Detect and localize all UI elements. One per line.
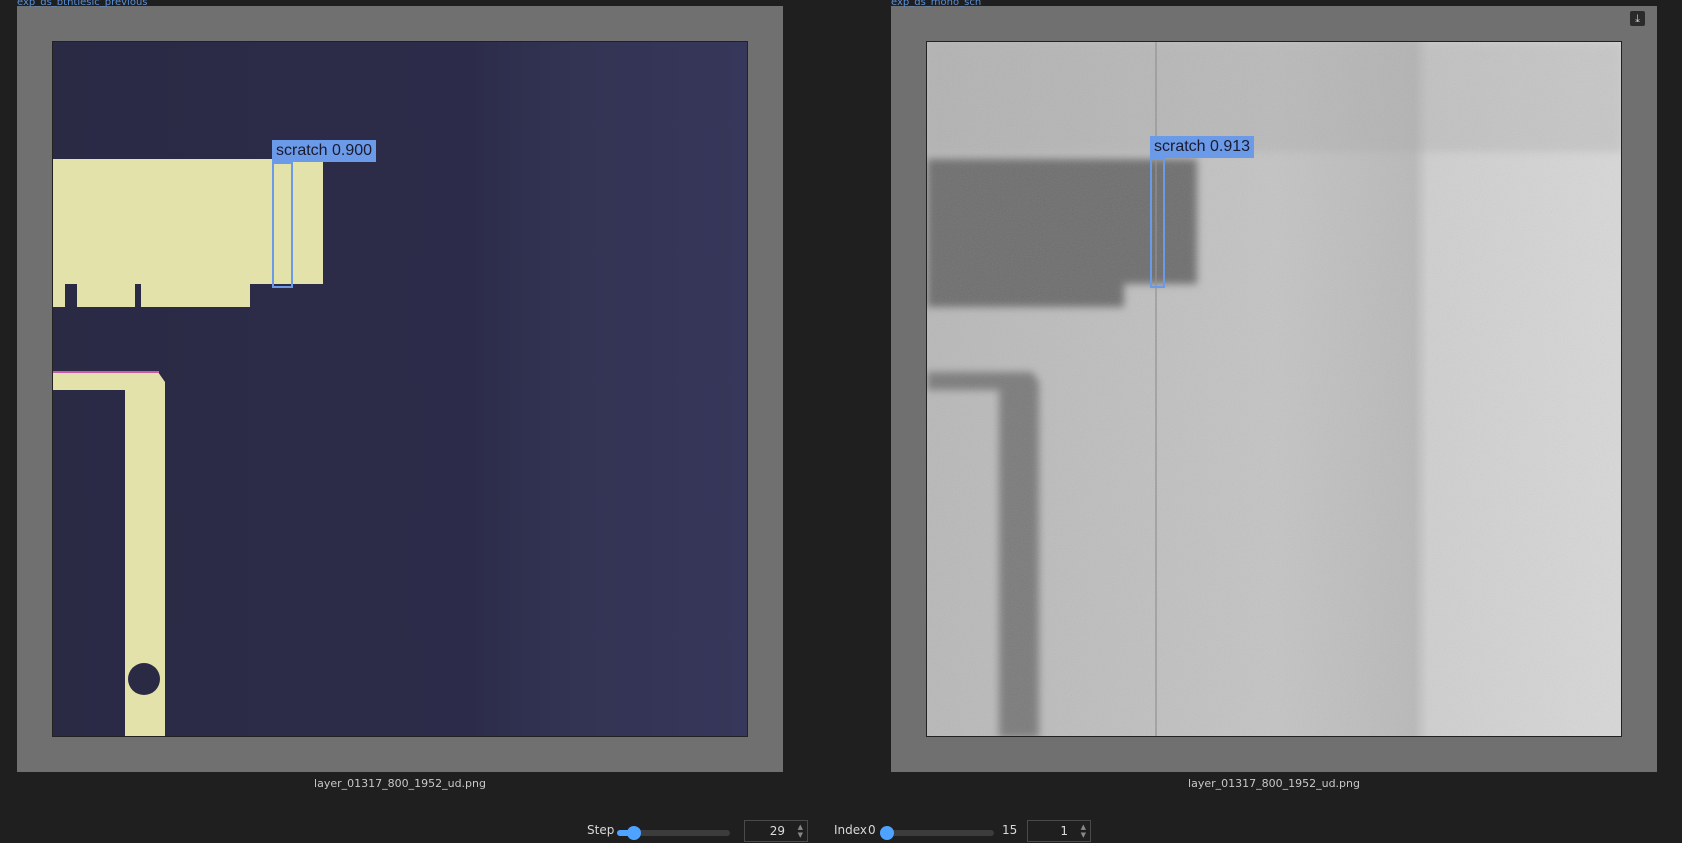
xray-svg bbox=[927, 42, 1621, 736]
download-icon[interactable]: ⤓ bbox=[1630, 11, 1645, 26]
index-slider[interactable] bbox=[880, 826, 994, 840]
detection-label: scratch 0.913 bbox=[1150, 136, 1255, 158]
detection-box bbox=[272, 162, 293, 288]
layout-render-svg bbox=[53, 42, 747, 736]
panel-title-right: exp_ds_mono_sch bbox=[891, 0, 982, 7]
stepper-arrows-icon[interactable]: ▲ ▼ bbox=[1081, 823, 1086, 839]
detection-label: scratch 0.900 bbox=[272, 140, 377, 162]
xray-image: scratch 0.913 bbox=[926, 41, 1622, 737]
step-slider[interactable] bbox=[617, 826, 730, 840]
image-panel-left: exp_ds_bthtiesic_previous scratch 0.900 bbox=[17, 0, 783, 772]
step-slider-thumb[interactable] bbox=[626, 826, 641, 840]
index-value: 1 bbox=[1060, 824, 1068, 838]
index-max: 15 bbox=[1002, 823, 1018, 837]
detection-box bbox=[1150, 158, 1165, 288]
stepper-arrows-icon[interactable]: ▲ ▼ bbox=[798, 823, 803, 839]
image-caption-left: layer_01317_800_1952_ud.png bbox=[314, 777, 486, 790]
step-value: 29 bbox=[769, 824, 785, 838]
index-slider-thumb[interactable] bbox=[880, 826, 895, 840]
image-panel-right: exp_ds_mono_sch ⤓ scratch 0.913 bbox=[891, 0, 1657, 772]
index-input[interactable]: 1 ▲ ▼ bbox=[1027, 820, 1091, 842]
index-label: Index bbox=[834, 823, 868, 837]
playback-controls: Step 29 ▲ ▼ Index 0 15 1 ▲ ▼ bbox=[0, 819, 1682, 843]
step-input[interactable]: 29 ▲ ▼ bbox=[744, 820, 808, 842]
panel-title-left: exp_ds_bthtiesic_previous bbox=[17, 0, 148, 7]
index-min: 0 bbox=[868, 823, 876, 837]
image-caption-right: layer_01317_800_1952_ud.png bbox=[1188, 777, 1360, 790]
layout-render-image: scratch 0.900 bbox=[52, 41, 748, 737]
step-label: Step bbox=[587, 823, 615, 837]
